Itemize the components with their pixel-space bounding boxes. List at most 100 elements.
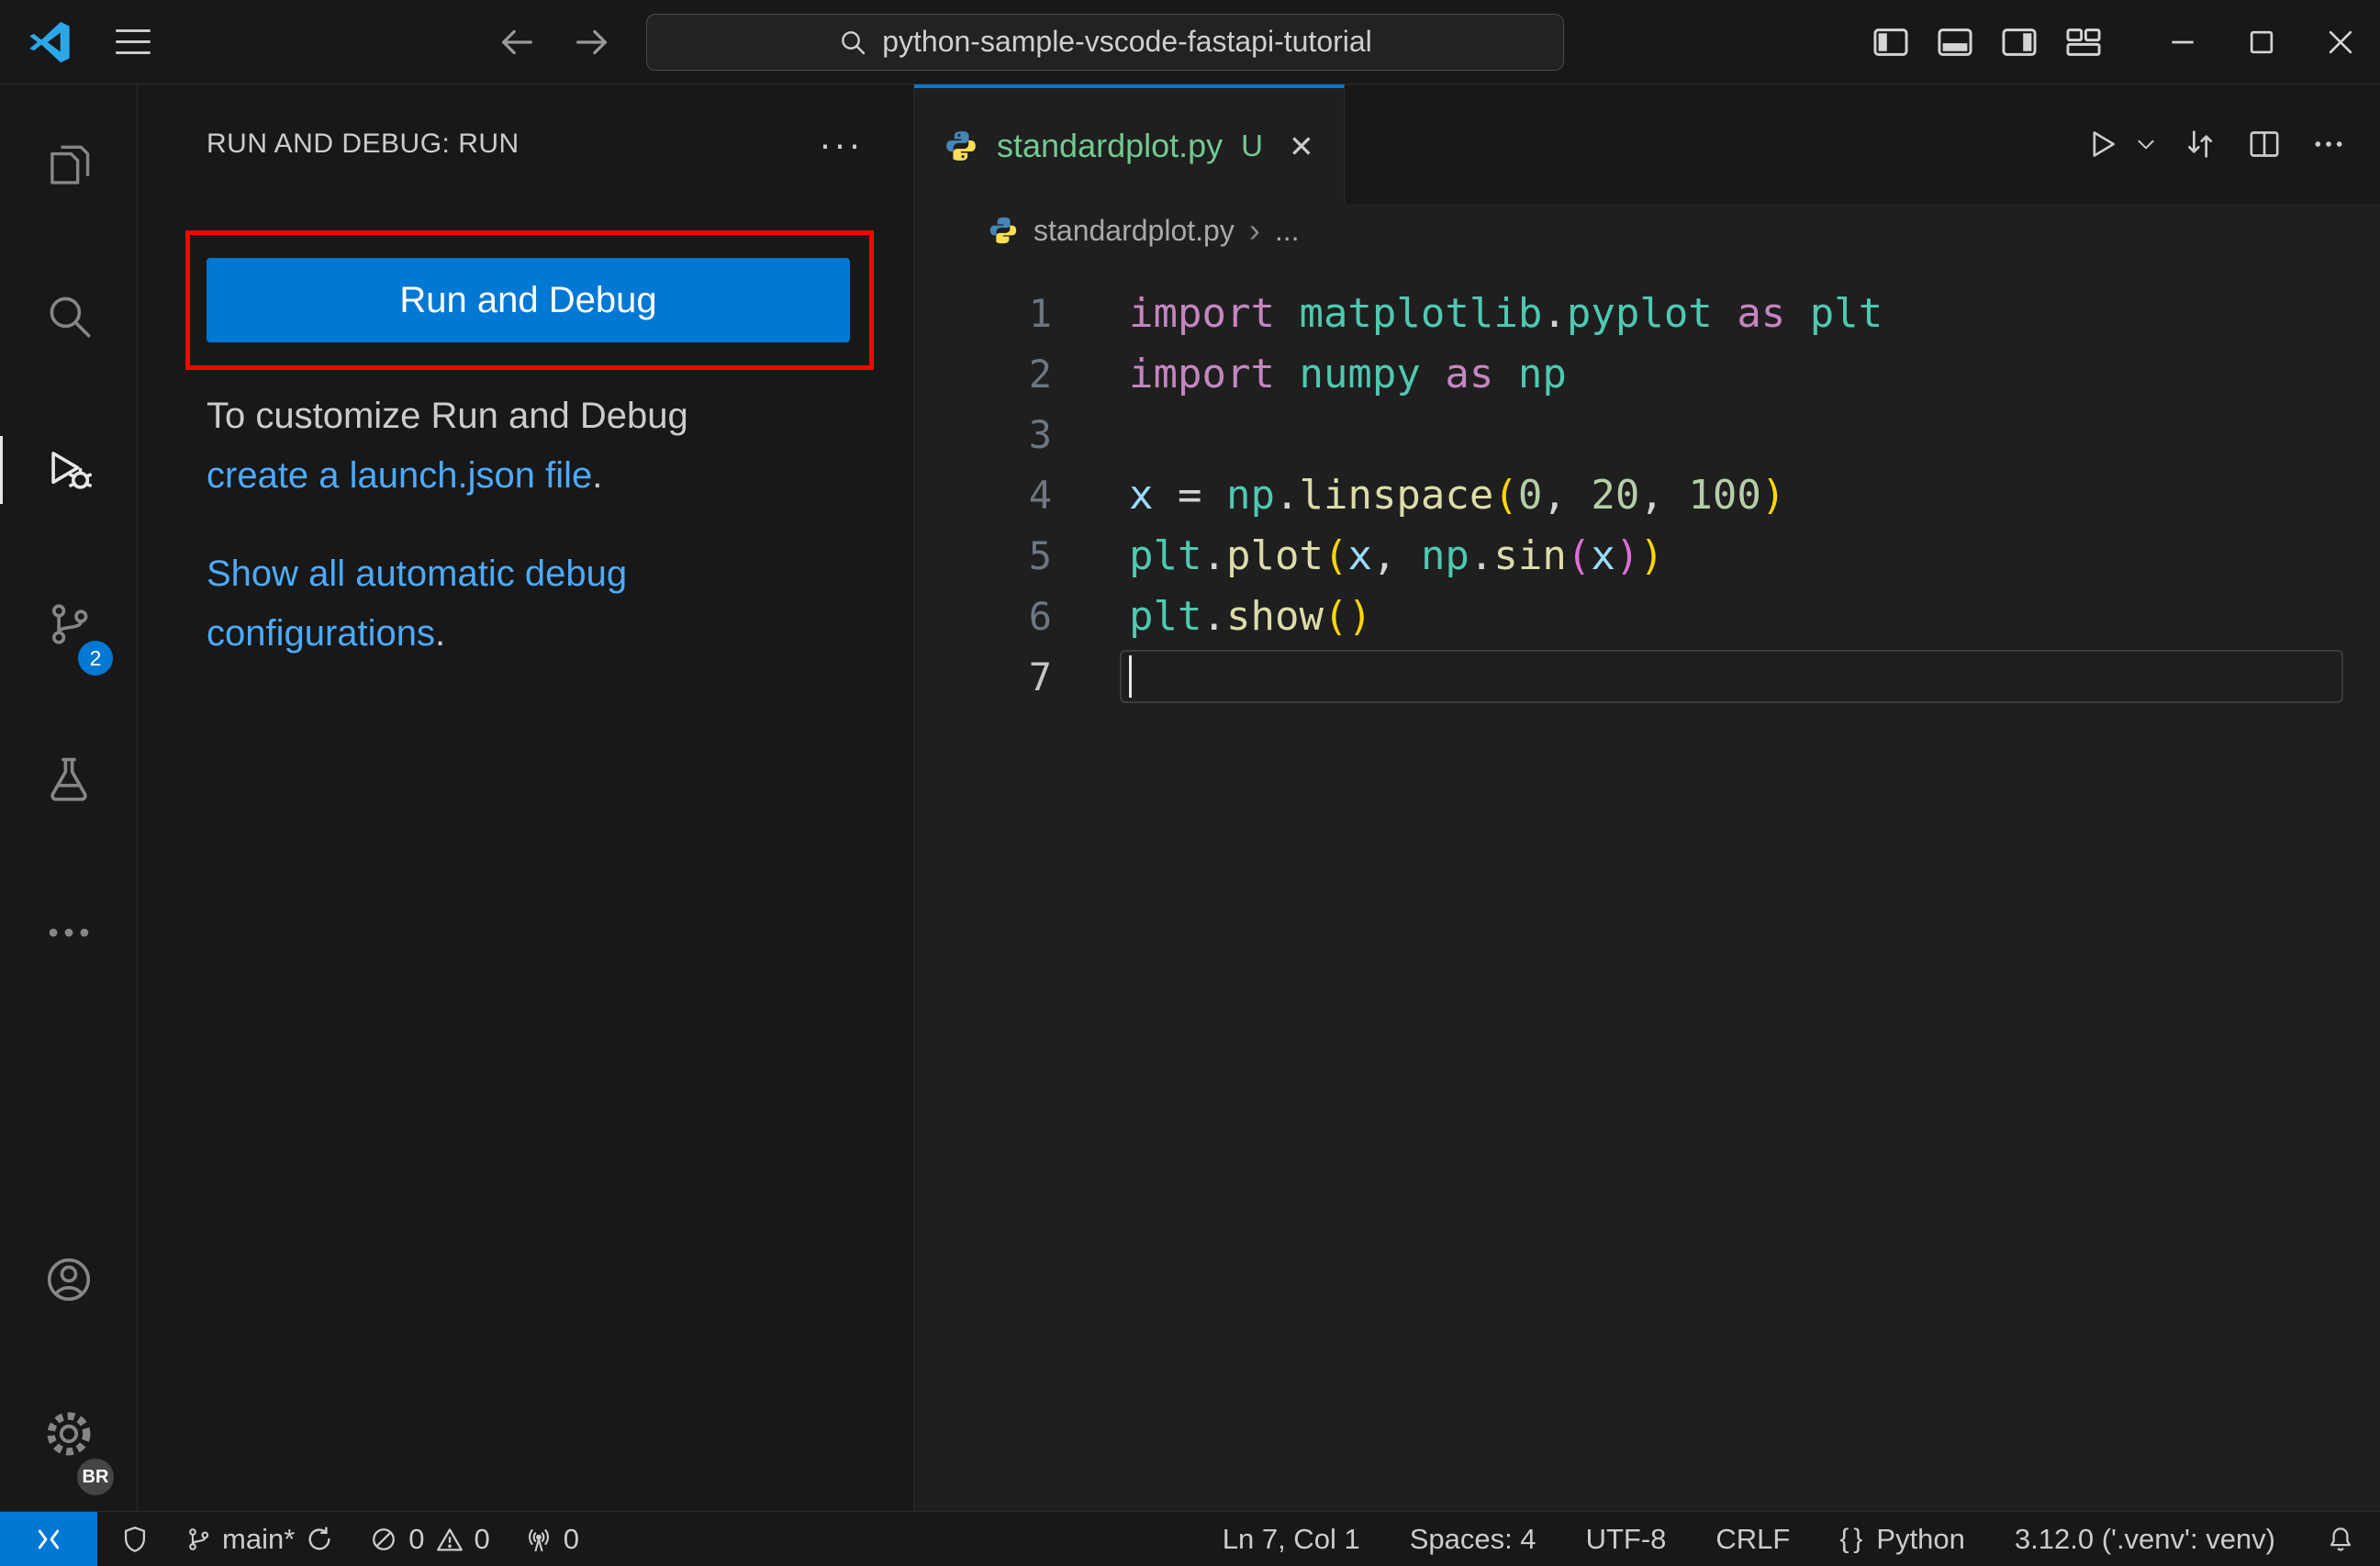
line-content[interactable]: import numpy as np	[1120, 347, 2343, 400]
encoding[interactable]: UTF-8	[1586, 1523, 1667, 1556]
braces-icon: {}	[1839, 1523, 1868, 1554]
nav-back-icon[interactable]	[496, 21, 538, 63]
profile-badge[interactable]: BR	[74, 1456, 117, 1498]
code-line[interactable]: 1 import matplotlib. pyplot as plt	[914, 283, 2343, 343]
maximize-button[interactable]	[2222, 0, 2301, 84]
tab-label: standardplot.py	[997, 127, 1224, 164]
status-bar: main* 0 0 0 Ln 7, Col 1 Spaces: 4 UTF-8 …	[0, 1511, 2380, 1566]
breadcrumb-symbol[interactable]: ...	[1275, 214, 1300, 248]
line-number: 6	[1028, 593, 1052, 639]
create-launch-json-link[interactable]: create a launch.json file	[207, 455, 592, 496]
line-number: 5	[1028, 532, 1052, 578]
ellipsis-icon	[42, 906, 95, 959]
show-all-configurations-link[interactable]: configurations	[207, 613, 435, 654]
text-cursor	[1129, 655, 1132, 698]
close-window-button[interactable]	[2301, 0, 2380, 84]
line-content[interactable]	[1120, 408, 2343, 461]
sidebar-item-more[interactable]	[0, 856, 137, 1010]
toggle-panel-icon[interactable]	[1923, 0, 1987, 84]
code-area[interactable]: 1 import matplotlib. pyplot as plt 2 import …	[914, 257, 2380, 1511]
scm-changes-badge: 2	[78, 641, 113, 676]
toggle-secondary-sidebar-icon[interactable]	[1987, 0, 2051, 84]
minimize-button[interactable]	[2143, 0, 2222, 84]
search-icon	[42, 289, 95, 342]
line-content[interactable]	[1120, 650, 2343, 703]
menu-icon[interactable]	[116, 21, 151, 62]
vscode-window: python-sample-vscode-fastapi-tutorial 2 …	[0, 0, 2380, 1566]
activity-bar: 2 BR	[0, 84, 138, 1511]
eol-sequence[interactable]: CRLF	[1715, 1523, 1790, 1556]
git-branch-icon	[184, 1525, 213, 1554]
sidebar-item-source-control[interactable]: 2	[0, 547, 137, 701]
search-icon	[838, 28, 867, 57]
ports-status[interactable]: 0	[523, 1523, 579, 1556]
line-number: 7	[1028, 654, 1052, 699]
run-and-debug-panel: RUN AND DEBUG: RUN ··· Run and Debug To …	[138, 84, 914, 1511]
cursor-position[interactable]: Ln 7, Col 1	[1223, 1523, 1360, 1556]
remote-indicator[interactable]	[0, 1512, 97, 1566]
beaker-icon	[42, 752, 95, 805]
notifications-bell-icon[interactable]	[2325, 1524, 2356, 1555]
problems-status[interactable]: 0 0	[368, 1523, 490, 1556]
title-bar: python-sample-vscode-fastapi-tutorial	[0, 0, 2380, 84]
editor-area: standardplot.py U ✕ standardplot.py › ..…	[914, 84, 2380, 1511]
code-line[interactable]: 5 plt. plot(x, np. sin(x))	[914, 525, 2343, 586]
toggle-primary-sidebar-icon[interactable]	[1859, 0, 1923, 84]
sidebar-item-explorer[interactable]	[0, 84, 137, 239]
command-center-search[interactable]: python-sample-vscode-fastapi-tutorial	[646, 13, 1564, 71]
warning-count: 0	[474, 1522, 490, 1555]
warnings-icon	[434, 1524, 465, 1555]
files-icon	[42, 135, 95, 188]
tab-untracked-indicator: U	[1241, 129, 1264, 162]
sidebar-item-search[interactable]	[0, 239, 137, 393]
split-editor-icon[interactable]	[2239, 118, 2290, 170]
tab-close-icon[interactable]: ✕	[1289, 129, 1314, 164]
customize-layout-icon[interactable]	[2051, 0, 2116, 84]
show-configurations-hint: Show all automatic debug configurations.	[207, 554, 628, 654]
nav-forward-icon[interactable]	[571, 21, 613, 63]
code-line[interactable]: 6 plt. show()	[914, 586, 2343, 646]
chevron-right-icon: ›	[1248, 211, 1260, 249]
error-count: 0	[408, 1522, 425, 1555]
panel-more-actions-icon[interactable]: ···	[819, 125, 863, 163]
branch-status[interactable]: main*	[184, 1523, 335, 1556]
line-content[interactable]: plt. plot(x, np. sin(x))	[1120, 529, 2343, 582]
accounts-item[interactable]	[0, 1202, 137, 1357]
line-number: 1	[1028, 290, 1052, 336]
language-mode[interactable]: {} Python	[1839, 1523, 1965, 1556]
gear-icon	[42, 1407, 95, 1460]
line-content[interactable]: x = np. linspace(0, 20, 100)	[1120, 468, 2343, 521]
run-debug-icon	[42, 443, 95, 497]
code-line[interactable]: 7	[914, 646, 2343, 707]
remote-icon	[32, 1523, 65, 1556]
sidebar-item-run-and-debug[interactable]	[0, 393, 137, 547]
customize-hint: To customize Run and Debug create a laun…	[207, 386, 688, 506]
line-content[interactable]: plt. show()	[1120, 589, 2343, 643]
line-content[interactable]: import matplotlib. pyplot as plt	[1120, 286, 2343, 340]
python-file-icon	[944, 129, 978, 163]
show-all-configurations-link[interactable]: Show all automatic debug	[207, 554, 627, 594]
workspace-trust-icon[interactable]	[119, 1524, 151, 1555]
code-line[interactable]: 3	[914, 404, 2343, 464]
breadcrumb-file[interactable]: standardplot.py	[1034, 214, 1235, 248]
ports-count: 0	[563, 1522, 580, 1555]
code-line[interactable]: 2 import numpy as np	[914, 343, 2343, 404]
panel-title: RUN AND DEBUG: RUN	[207, 129, 520, 159]
sidebar-item-testing[interactable]	[0, 701, 137, 856]
run-and-debug-button[interactable]: Run and Debug	[207, 258, 850, 342]
breadcrumb[interactable]: standardplot.py › ...	[914, 204, 2380, 257]
run-python-file-icon[interactable]	[2077, 118, 2129, 170]
customize-hint-text: To customize Run and Debug	[207, 396, 688, 436]
editor-more-actions-icon[interactable]	[2303, 118, 2354, 170]
line-number: 2	[1028, 351, 1052, 397]
settings-item[interactable]: BR	[0, 1357, 137, 1511]
code-line[interactable]: 4 x = np. linspace(0, 20, 100)	[914, 464, 2343, 525]
sync-icon	[304, 1524, 335, 1555]
run-dropdown-chevron-icon[interactable]	[2130, 118, 2162, 170]
indentation[interactable]: Spaces: 4	[1410, 1523, 1536, 1556]
python-interpreter[interactable]: 3.12.0 ('.venv': venv)	[2015, 1523, 2275, 1556]
tab-standardplot[interactable]: standardplot.py U ✕	[914, 84, 1345, 204]
errors-icon	[368, 1524, 399, 1555]
branch-name: main*	[222, 1522, 296, 1555]
compare-changes-icon[interactable]	[2174, 118, 2226, 170]
